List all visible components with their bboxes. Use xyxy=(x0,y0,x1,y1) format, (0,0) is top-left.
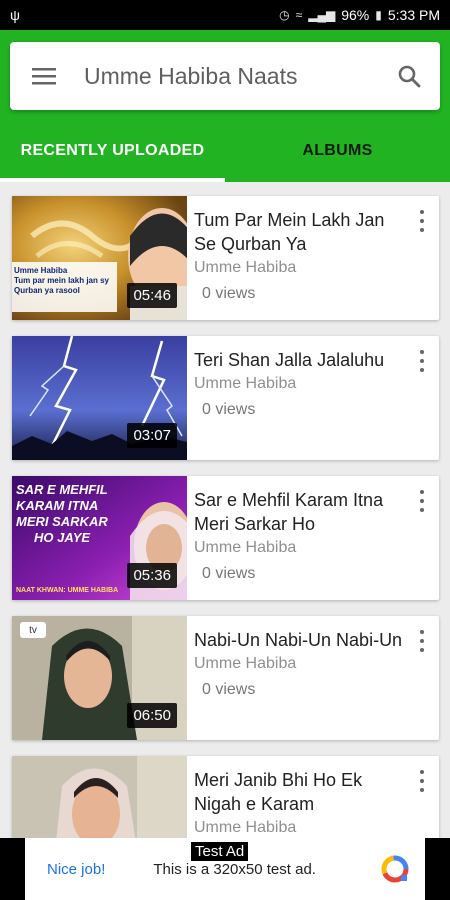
video-list[interactable]: Umme Habiba Tum par mein lakh jan sy Qur… xyxy=(0,182,450,838)
more-options-icon[interactable] xyxy=(419,630,425,652)
video-thumbnail[interactable]: Umme Habiba Tum par mein lakh jan sy Qur… xyxy=(12,196,187,320)
thumbnail-line: Umme Habiba xyxy=(14,266,68,275)
view-count: 0 views xyxy=(202,681,256,698)
signal-icon: ▂▄▆ xyxy=(308,8,336,22)
duration-badge: 05:36 xyxy=(127,563,177,588)
thumbnail-line: Tum par mein lakh jan sy xyxy=(14,276,109,285)
clock: 5:33 PM xyxy=(387,7,440,23)
search-icon xyxy=(398,65,421,88)
thumbnail-footer: NAAT KHWAN: UMME HABIBA xyxy=(16,587,119,594)
thumbnail-line: MERI SARKAR xyxy=(16,514,108,529)
tv-logo: tv xyxy=(20,622,46,638)
video-card[interactable]: 03:07 Teri Shan Jalla Jalaluhu Umme Habi… xyxy=(12,336,439,460)
view-count: 0 views xyxy=(202,285,256,302)
tab-bar: RECENTLY UPLOADED ALBUMS xyxy=(0,120,450,182)
status-bar: ψ ◷ ≈ ▂▄▆ 96% ▮ 5:33 PM xyxy=(0,0,450,30)
channel-name: Umme Habiba xyxy=(194,819,297,836)
thumbnail-caption: Umme Habiba Tum par mein lakh jan sy Qur… xyxy=(14,266,109,296)
video-title[interactable]: Sar e Mehfil Karam Itna Meri Sarkar Ho xyxy=(194,488,439,536)
more-options-icon[interactable] xyxy=(419,350,425,372)
video-thumbnail[interactable]: 03:07 xyxy=(12,336,187,460)
video-title[interactable]: Tum Par Mein Lakh Jan Se Qurban Ya xyxy=(194,208,439,256)
view-count: 0 views xyxy=(202,401,256,418)
video-info[interactable]: Tum Par Mein Lakh Jan Se Qurban Ya Umme … xyxy=(187,196,439,320)
status-right: ◷ ≈ ▂▄▆ 96% ▮ 5:33 PM xyxy=(279,7,440,23)
video-card[interactable]: Meri Janib Bhi Ho Ek Nigah e Karam Umme … xyxy=(12,756,439,838)
channel-name: Umme Habiba xyxy=(194,375,297,392)
duration-badge: 06:50 xyxy=(127,703,177,728)
view-count: 0 views xyxy=(202,565,256,582)
thumbnail-image xyxy=(12,756,187,838)
search-button[interactable] xyxy=(378,42,440,110)
channel-name: Umme Habiba xyxy=(194,655,297,672)
channel-name: Umme Habiba xyxy=(194,539,297,556)
video-thumbnail[interactable]: SAR E MEHFIL KARAM ITNA MERI SARKAR HO J… xyxy=(12,476,187,600)
more-options-icon[interactable] xyxy=(419,770,425,792)
thumbnail-caption: SAR E MEHFIL KARAM ITNA MERI SARKAR HO J… xyxy=(16,482,108,546)
battery-icon: ▮ xyxy=(375,8,382,22)
video-title[interactable]: Meri Janib Bhi Ho Ek Nigah e Karam xyxy=(194,768,439,816)
video-thumbnail[interactable] xyxy=(12,756,187,838)
tab-recently-uploaded[interactable]: RECENTLY UPLOADED xyxy=(0,120,225,182)
ad-nice-text: Nice job! xyxy=(47,860,106,878)
video-card[interactable]: Umme Habiba Tum par mein lakh jan sy Qur… xyxy=(12,196,439,320)
usb-icon: ψ xyxy=(10,7,20,23)
video-title[interactable]: Nabi-Un Nabi-Un Nabi-Un xyxy=(194,628,439,652)
more-options-icon[interactable] xyxy=(419,490,425,512)
battery-percent: 96% xyxy=(341,7,370,23)
video-info[interactable]: Teri Shan Jalla Jalaluhu Umme Habiba 0 v… xyxy=(187,336,439,460)
more-options-icon[interactable] xyxy=(419,210,425,232)
video-info[interactable]: Nabi-Un Nabi-Un Nabi-Un Umme Habiba 0 vi… xyxy=(187,616,439,740)
thumbnail-line: Qurban ya rasool xyxy=(14,286,80,295)
video-info[interactable]: Meri Janib Bhi Ho Ek Nigah e Karam Umme … xyxy=(187,756,439,838)
video-title[interactable]: Teri Shan Jalla Jalaluhu xyxy=(194,348,439,372)
ad-label: Test Ad xyxy=(191,842,249,861)
duration-badge: 03:07 xyxy=(127,423,177,448)
search-bar[interactable]: Umme Habiba Naats xyxy=(10,42,440,110)
hamburger-icon xyxy=(32,68,56,85)
ad-body-text: This is a 320x50 test ad. xyxy=(153,860,316,878)
thumbnail-line: HO JAYE xyxy=(34,530,91,545)
video-card[interactable]: SAR E MEHFIL KARAM ITNA MERI SARKAR HO J… xyxy=(12,476,439,600)
tab-albums[interactable]: ALBUMS xyxy=(225,120,450,182)
alarm-icon: ◷ xyxy=(279,8,290,22)
menu-button[interactable] xyxy=(10,42,78,110)
video-info[interactable]: Sar e Mehfil Karam Itna Meri Sarkar Ho U… xyxy=(187,476,439,600)
app-title: Umme Habiba Naats xyxy=(84,62,298,89)
video-card[interactable]: tv 06:50 Nabi-Un Nabi-Un Nabi-Un Umme Ha… xyxy=(12,616,439,740)
wifi-icon: ≈ xyxy=(295,8,303,22)
app-header: Umme Habiba Naats RECENTLY UPLOADED ALBU… xyxy=(0,30,450,182)
channel-name: Umme Habiba xyxy=(194,259,297,276)
thumbnail-line: SAR E MEHFIL xyxy=(16,482,108,497)
duration-badge: 05:46 xyxy=(127,283,177,308)
video-thumbnail[interactable]: tv 06:50 xyxy=(12,616,187,740)
thumbnail-line: KARAM ITNA xyxy=(16,498,99,513)
ad-logo-icon xyxy=(381,855,409,883)
